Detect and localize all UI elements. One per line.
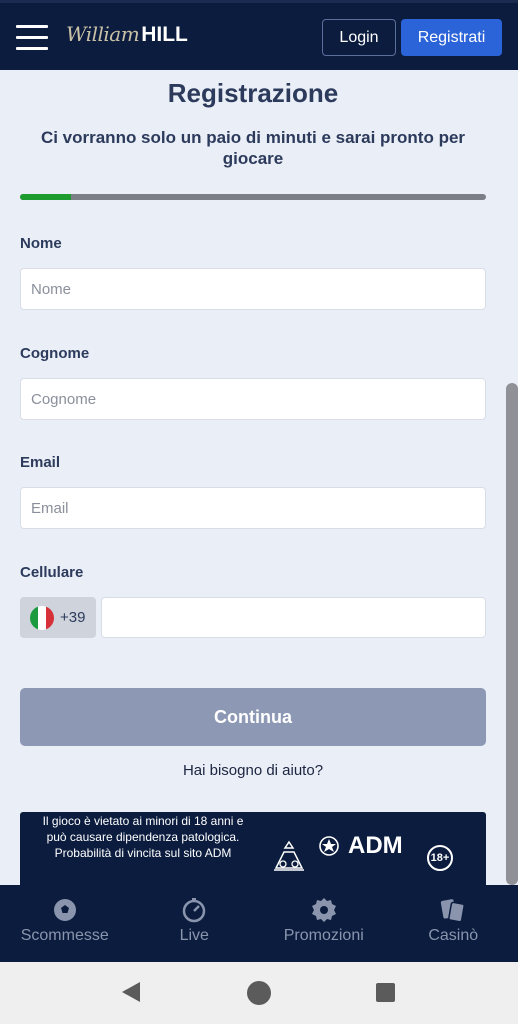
recent-apps-icon[interactable]	[376, 983, 395, 1002]
soccer-ball-icon	[53, 899, 76, 921]
logo-bold: HILL	[141, 23, 188, 46]
lottery-emblem-icon	[274, 840, 304, 871]
responsible-gaming-banner: Il gioco è vietato ai minori di 18 anni …	[20, 812, 486, 886]
progress-fill	[20, 194, 72, 200]
cellulare-label: Cellulare	[20, 564, 84, 581]
adm-text: ADM	[348, 832, 403, 859]
email-label: Email	[20, 454, 61, 471]
back-icon[interactable]	[120, 980, 142, 1004]
home-icon[interactable]	[247, 981, 271, 1005]
nome-label: Nome	[20, 235, 62, 252]
bottom-navigation: Scommesse Live Promozioni Casinò	[0, 885, 518, 962]
nav-label-casino: Casinò	[428, 927, 479, 944]
email-input[interactable]: Email	[20, 487, 486, 529]
help-link[interactable]: Hai bisogno di aiuto?	[0, 762, 506, 779]
william-hill-logo[interactable]: William HILL	[66, 22, 188, 54]
page-scrollbar[interactable]	[506, 383, 518, 885]
logo-script: William	[66, 22, 140, 46]
nav-item-promozioni[interactable]: Promozioni	[259, 885, 389, 962]
stopwatch-icon	[183, 898, 206, 923]
prefix-code: +39	[60, 609, 86, 626]
menu-icon[interactable]	[16, 25, 48, 51]
nav-item-scommesse[interactable]: Scommesse	[0, 885, 130, 962]
nav-item-casino[interactable]: Casinò	[389, 885, 518, 962]
cards-icon	[441, 899, 466, 923]
cognome-input[interactable]: Cognome	[20, 378, 486, 420]
adm-logo: ADM	[318, 832, 403, 860]
page-title: Registrazione	[167, 78, 339, 108]
page-subtitle: Ci vorranno solo un paio di minuti e sar…	[40, 128, 466, 168]
badge-icon	[311, 898, 336, 922]
registration-progress-bar	[20, 194, 486, 200]
italy-flag-icon	[30, 605, 54, 630]
nav-label-live: Live	[179, 927, 209, 944]
disclaimer-text: Il gioco è vietato ai minori di 18 anni …	[42, 814, 244, 860]
nav-item-live[interactable]: Live	[130, 885, 260, 962]
continue-button[interactable]: Continua	[20, 688, 486, 746]
nav-label-scommesse: Scommesse	[20, 927, 109, 944]
nav-label-promozioni: Promozioni	[283, 927, 364, 944]
cognome-label: Cognome	[20, 345, 90, 362]
republic-emblem-icon	[319, 836, 339, 856]
top-header: William HILL Login Registrati	[0, 0, 518, 70]
country-prefix-selector[interactable]: +39	[20, 597, 96, 638]
age-restriction-badge: 18+	[427, 845, 453, 871]
login-button[interactable]: Login	[322, 19, 396, 56]
nome-input[interactable]: Nome	[20, 268, 486, 310]
register-button[interactable]: Registrati	[401, 19, 502, 56]
phone-input[interactable]	[101, 597, 486, 638]
